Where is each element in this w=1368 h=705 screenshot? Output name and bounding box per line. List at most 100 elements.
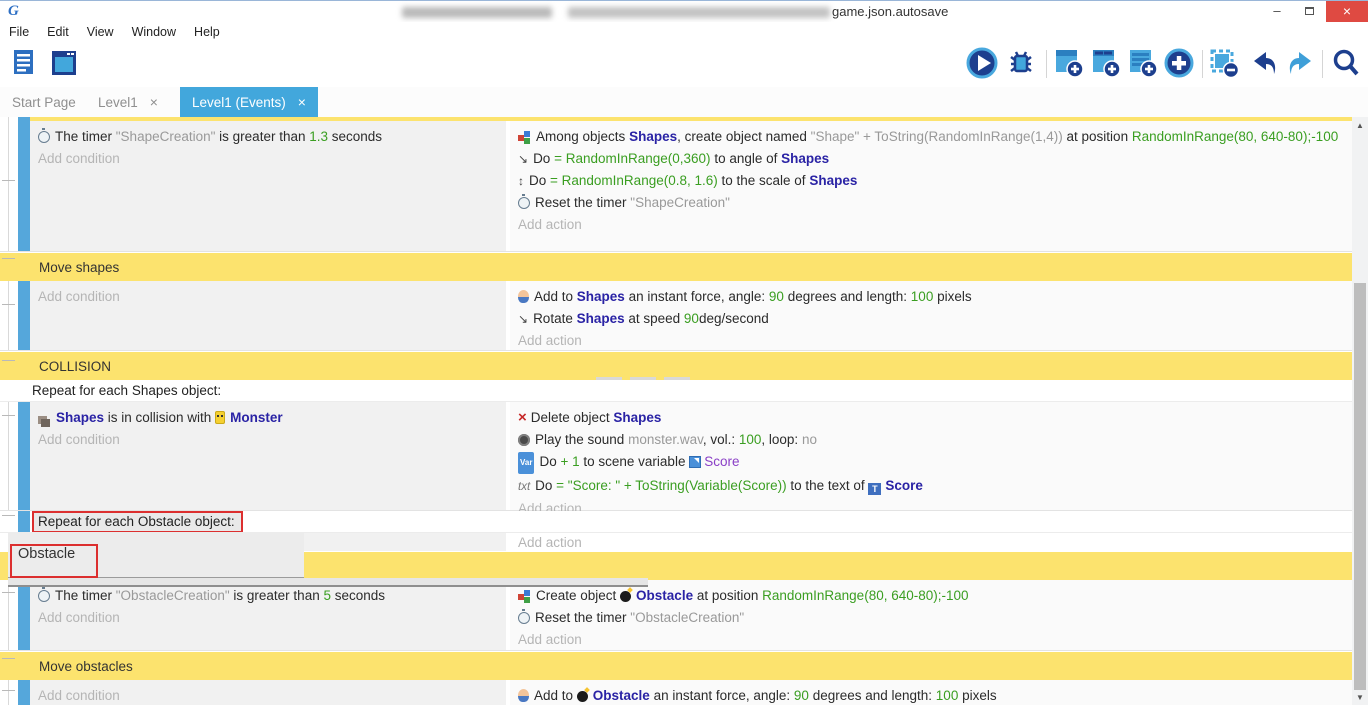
tab-bar: Start Page Level1 × Level1 (Events) × — [0, 87, 1368, 117]
comment-collision[interactable]: COLLISION — [0, 351, 1352, 380]
force-icon — [518, 290, 529, 303]
add-condition-button[interactable]: Add condition — [30, 148, 506, 170]
scale-icon: ↕ — [518, 174, 524, 188]
scroll-down-icon[interactable]: ▼ — [1352, 691, 1368, 705]
timer-icon — [38, 590, 50, 602]
add-action-button[interactable]: Add action — [510, 629, 1352, 651]
event-select-bar[interactable] — [18, 281, 30, 350]
tab-start-page[interactable]: Start Page — [0, 87, 88, 117]
add-comment-button[interactable] — [1127, 47, 1159, 79]
tree-tick — [2, 690, 15, 691]
preview-button[interactable] — [966, 47, 998, 79]
action-row[interactable]: Play the sound monster.wav, vol.: 100, l… — [510, 429, 1352, 451]
add-special-button[interactable] — [1163, 47, 1195, 79]
action-row[interactable]: ×Delete object Shapes — [510, 407, 1352, 429]
condition-row[interactable]: The timer "ObstacleCreation" is greater … — [30, 585, 506, 607]
tab-label: Level1 (Events) — [192, 95, 286, 110]
add-circle-icon — [1163, 47, 1195, 79]
event-collision: Shapes is in collision with Monster Add … — [0, 402, 1352, 511]
close-tab-icon[interactable]: × — [150, 94, 158, 110]
add-condition-button[interactable]: Add condition — [30, 607, 506, 629]
comment-move-shapes[interactable]: Move shapes — [0, 252, 1352, 281]
action-row[interactable]: Reset the timer "ShapeCreation" — [510, 192, 1352, 214]
repeat-shapes-header[interactable]: Repeat for each Shapes object: — [0, 380, 1352, 402]
tab-level1-events[interactable]: Level1 (Events) × — [180, 87, 318, 117]
add-event-icon — [1053, 47, 1085, 79]
menu-help[interactable]: Help — [194, 25, 220, 39]
menu-window[interactable]: Window — [132, 25, 176, 39]
action-row[interactable]: Add to Obstacle an instant force, angle:… — [510, 685, 1352, 705]
condition-row[interactable]: Shapes is in collision with Monster — [30, 407, 506, 429]
debug-button[interactable] — [1005, 47, 1037, 79]
repeat-text: Repeat for each Obstacle object: — [38, 514, 235, 529]
obstacle-icon — [620, 591, 631, 602]
undo-button[interactable] — [1248, 47, 1280, 79]
menu-bar: File Edit View Window Help — [0, 22, 1368, 42]
create-object-icon — [518, 131, 531, 143]
action-row[interactable]: Reset the timer "ObstacleCreation" — [510, 607, 1352, 629]
project-manager-button[interactable] — [9, 47, 41, 79]
action-row[interactable]: ↕Do = RandomInRange(0.8, 1.6) to the sca… — [510, 170, 1352, 192]
tree-tick — [2, 180, 15, 181]
event-shape-creation: The timer "ShapeCreation" is greater tha… — [0, 121, 1352, 252]
menu-file[interactable]: File — [9, 25, 29, 39]
add-action-button[interactable]: Add action — [510, 214, 1352, 236]
add-condition-button[interactable]: Add condition — [30, 685, 506, 705]
add-action-button[interactable]: Add action — [510, 330, 1352, 352]
action-row[interactable]: ↘Rotate Shapes at speed 90deg/second — [510, 308, 1352, 330]
close-button[interactable]: × — [1326, 1, 1368, 23]
event-select-bar[interactable] — [18, 121, 30, 251]
action-row[interactable]: ↘Do = RandomInRange(0,360) to angle of S… — [510, 148, 1352, 170]
menu-edit[interactable]: Edit — [47, 25, 69, 39]
scroll-up-icon[interactable]: ▲ — [1352, 119, 1368, 133]
event-select-bar[interactable] — [18, 580, 30, 650]
scrollbar-thumb[interactable] — [1354, 283, 1366, 690]
add-condition-button[interactable]: Add condition — [30, 286, 506, 308]
rotate-icon: ↘ — [518, 312, 528, 326]
maximize-button[interactable] — [1294, 1, 1324, 23]
action-row[interactable]: Add to Shapes an instant force, angle: 9… — [510, 286, 1352, 308]
close-tab-icon[interactable]: × — [298, 94, 306, 110]
create-object-icon — [518, 590, 531, 602]
timer-icon — [518, 612, 530, 624]
add-condition-button[interactable]: Add condition — [30, 429, 506, 451]
toolbar-divider — [1322, 50, 1323, 78]
autocomplete-dropdown: Obstacle — [8, 532, 304, 578]
repeat-obstacle-header[interactable]: Repeat for each Obstacle object: — [0, 511, 1352, 533]
undo-icon — [1248, 47, 1280, 79]
delete-event-button[interactable] — [1208, 47, 1240, 79]
app-logo-icon: G — [8, 3, 19, 20]
action-row[interactable]: VarDo + 1 to scene variable Score — [510, 451, 1352, 475]
events-sheet: The timer "ShapeCreation" is greater tha… — [0, 117, 1352, 705]
event-select-bar[interactable] — [18, 402, 30, 510]
tree-tick — [2, 415, 15, 416]
force-icon — [518, 689, 529, 702]
search-button[interactable] — [1330, 47, 1362, 79]
collision-icon — [38, 416, 47, 424]
add-subevent-button[interactable] — [1090, 47, 1122, 79]
dropdown-shadow — [8, 578, 648, 587]
event-select-bar[interactable] — [18, 511, 30, 533]
vertical-scrollbar[interactable]: ▲ ▼ — [1352, 117, 1368, 705]
action-row[interactable]: Among objects Shapes, create object name… — [510, 126, 1352, 148]
comment-move-obstacles[interactable]: Move obstacles — [0, 651, 1352, 680]
scene-editor-button[interactable] — [48, 47, 80, 79]
project-manager-icon — [9, 47, 41, 79]
window-title: game.json.autosave — [832, 4, 948, 19]
monster-icon — [215, 411, 225, 424]
obstacle-icon — [577, 691, 588, 702]
action-row[interactable]: txtDo = "Score: " + ToString(Variable(Sc… — [510, 475, 1352, 498]
event-select-bar[interactable] — [18, 680, 30, 705]
text-object-icon: T — [868, 483, 881, 495]
tab-level1[interactable]: Level1 × — [86, 87, 170, 117]
condition-row[interactable]: The timer "ShapeCreation" is greater tha… — [30, 126, 506, 148]
sound-icon — [518, 434, 530, 446]
minimize-button[interactable]: – — [1262, 1, 1292, 23]
redo-button[interactable] — [1285, 47, 1317, 79]
add-event-button[interactable] — [1053, 47, 1085, 79]
add-subevent-icon — [1090, 47, 1122, 79]
menu-view[interactable]: View — [87, 25, 114, 39]
comment-text: Move shapes — [30, 260, 119, 275]
action-row[interactable]: Create object Obstacle at position Rando… — [510, 585, 1352, 607]
tab-label: Level1 — [98, 95, 138, 110]
